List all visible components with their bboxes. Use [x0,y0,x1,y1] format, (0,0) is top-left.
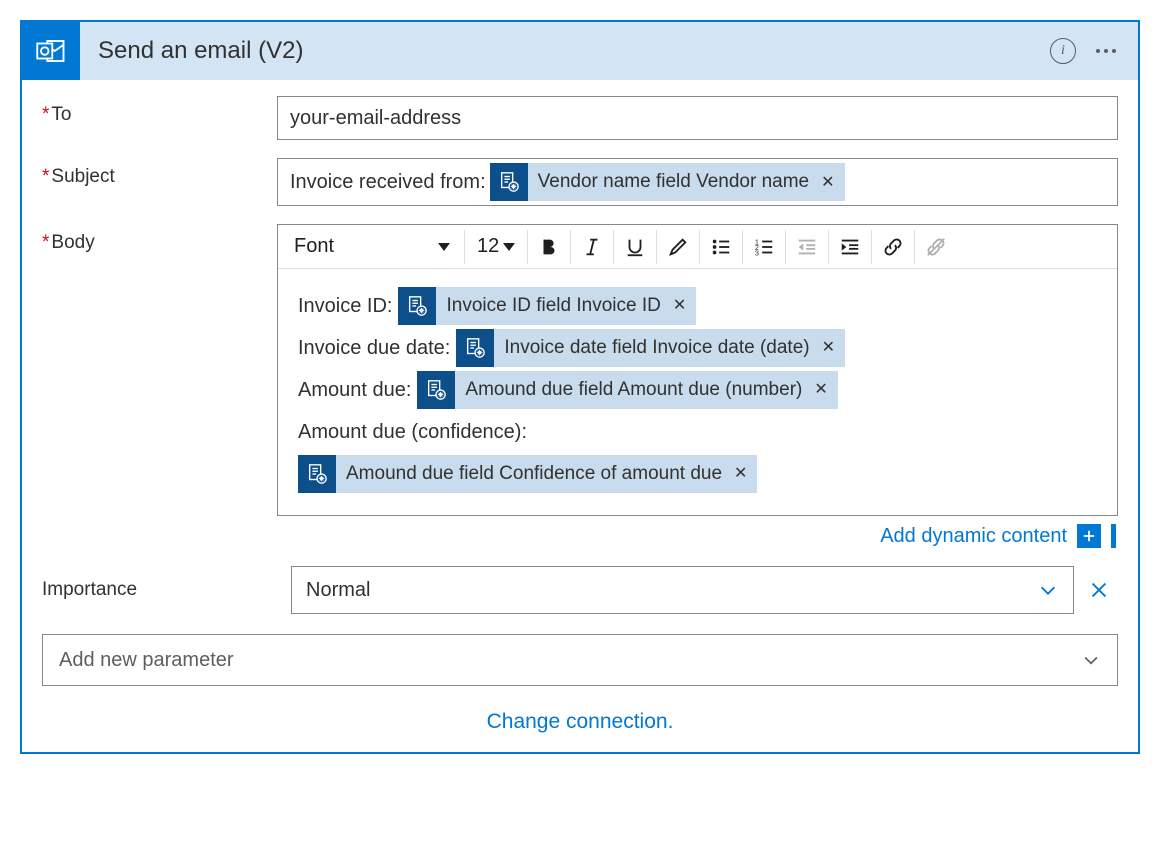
close-icon[interactable]: ✕ [822,333,835,363]
card-header: Send an email (V2) i [22,22,1138,80]
chevron-down-icon [438,243,450,251]
numbered-list-button[interactable]: 123 [745,225,783,269]
change-connection-row: Change connection. [42,710,1118,734]
info-icon[interactable]: i [1050,38,1076,64]
outlook-icon [22,22,80,80]
color-picker-button[interactable] [659,225,697,269]
link-button[interactable] [874,225,912,269]
subject-row: *Subject Invoice received from: Vendor n… [42,158,1118,206]
add-dynamic-content-link[interactable]: Add dynamic content [880,525,1067,548]
add-dynamic-content-button[interactable] [1077,524,1101,548]
token-amount-due-confidence[interactable]: Amound due field Confidence of amount du… [298,455,757,493]
remove-parameter-button[interactable] [1088,579,1118,601]
importance-label: Importance [42,579,277,601]
form-processing-icon [398,287,436,325]
body-row: *Body Font 12 [42,224,1118,548]
card-title: Send an email (V2) [80,37,1050,65]
token-invoice-id[interactable]: Invoice ID field Invoice ID ✕ [398,287,696,325]
bullet-list-button[interactable] [702,225,740,269]
token-invoice-date[interactable]: Invoice date field Invoice date (date) ✕ [456,329,845,367]
form-processing-icon [417,371,455,409]
bold-button[interactable] [530,225,568,269]
expression-tab-indicator[interactable] [1111,524,1116,548]
outdent-button[interactable] [788,225,826,269]
form-processing-icon [490,163,528,201]
close-icon[interactable]: ✕ [673,291,686,321]
add-dynamic-content-row: Add dynamic content [277,524,1118,548]
to-label: *To [42,96,277,126]
font-size-select[interactable]: 12 [467,225,525,269]
add-parameter-select[interactable]: Add new parameter [42,634,1118,686]
close-icon[interactable]: ✕ [734,459,747,489]
token-amount-due[interactable]: Amound due field Amount due (number) ✕ [417,371,837,409]
card-body: *To your-email-address *Subject Invoice … [22,80,1138,752]
token-vendor-name[interactable]: Vendor name field Vendor name ✕ [490,163,845,201]
to-input[interactable]: your-email-address [277,96,1118,140]
body-content[interactable]: Invoice ID: Invoice ID field Invoice ID … [278,269,1117,515]
font-select[interactable]: Font [282,225,462,269]
unlink-button[interactable] [917,225,955,269]
close-icon[interactable]: ✕ [821,172,834,192]
chevron-down-icon [503,243,515,251]
svg-text:3: 3 [755,248,759,257]
form-processing-icon [456,329,494,367]
to-row: *To your-email-address [42,96,1118,140]
underline-button[interactable] [616,225,654,269]
importance-row: Importance Normal [42,566,1118,614]
subject-label: *Subject [42,158,277,188]
editor-toolbar: Font 12 [278,225,1117,269]
header-actions: i [1050,38,1120,64]
indent-button[interactable] [831,225,869,269]
body-editor: Font 12 [277,224,1118,516]
importance-select[interactable]: Normal [291,566,1074,614]
close-icon[interactable]: ✕ [814,375,827,405]
action-card: Send an email (V2) i *To your-email-addr… [20,20,1140,754]
italic-button[interactable] [573,225,611,269]
change-connection-link[interactable]: Change connection. [487,710,674,733]
body-label: *Body [42,224,277,254]
subject-input[interactable]: Invoice received from: Vendor name field… [277,158,1118,206]
chevron-down-icon [1037,579,1059,601]
more-icon[interactable] [1092,43,1120,59]
form-processing-icon [298,455,336,493]
chevron-down-icon [1081,650,1101,670]
